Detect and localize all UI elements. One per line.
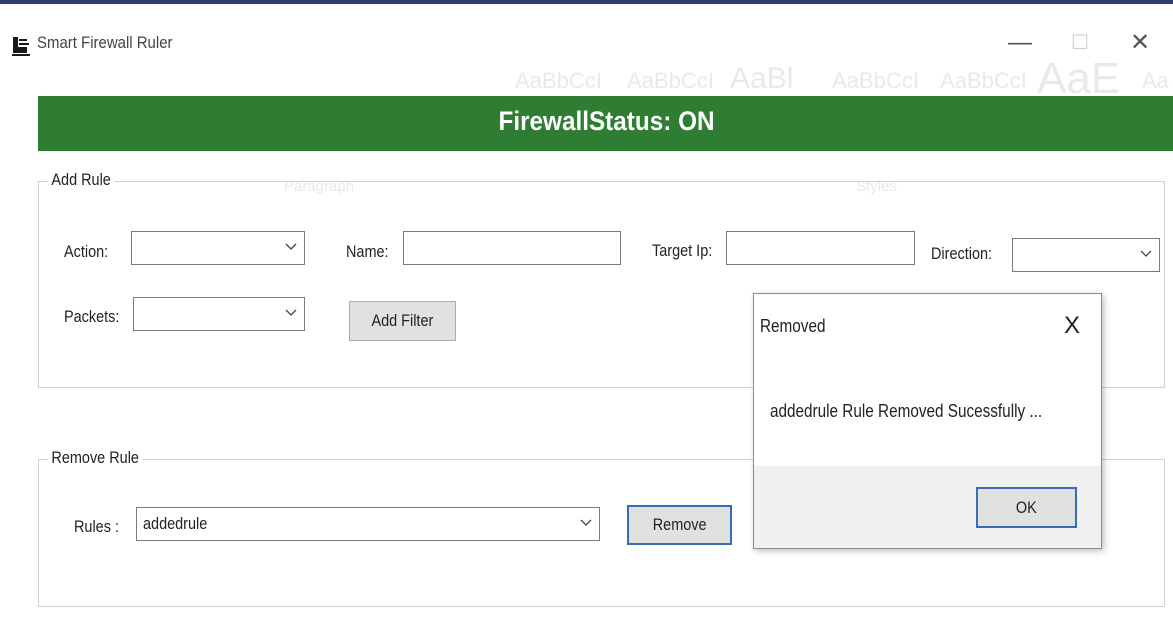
target-ip-label: Target Ip:	[652, 241, 713, 260]
removed-dialog: Removed X addedrule Rule Removed Sucessf…	[753, 293, 1102, 549]
add-filter-button[interactable]: Add Filter	[349, 301, 456, 341]
rules-label: Rules :	[74, 517, 119, 536]
dialog-footer: OK	[754, 466, 1101, 548]
direction-combobox[interactable]	[1012, 238, 1160, 272]
title-bar: Smart Firewall Ruler — ☐ ✕	[0, 4, 1173, 68]
ghost-style-7: Aa	[1142, 68, 1169, 93]
remove-label: Remove	[652, 515, 707, 534]
rules-value: addedrule	[143, 514, 208, 533]
firewall-status-banner: FirewallStatus: ON	[38, 96, 1173, 151]
java-cup-icon	[12, 37, 30, 56]
packets-combobox[interactable]	[133, 297, 305, 331]
chevron-down-icon	[285, 243, 297, 250]
name-label: Name:	[346, 242, 389, 261]
add-rule-legend: Add Rule	[48, 170, 115, 190]
firewall-status-text: FirewallStatus: ON	[498, 106, 715, 136]
ghost-style-4: AaBbCcI	[832, 68, 919, 93]
ok-button[interactable]: OK	[976, 487, 1077, 528]
dialog-title: Removed	[760, 316, 826, 336]
minimize-button[interactable]: —	[1000, 28, 1040, 58]
dialog-close-button[interactable]: X	[1064, 312, 1080, 340]
ghost-style-5: AaBbCcI	[940, 68, 1027, 93]
direction-label: Direction:	[931, 244, 993, 263]
chevron-down-icon	[1140, 250, 1152, 257]
close-button[interactable]: ✕	[1120, 28, 1160, 58]
rules-combobox[interactable]: addedrule	[136, 507, 600, 541]
chevron-down-icon	[285, 309, 297, 316]
remove-button[interactable]: Remove	[627, 505, 732, 545]
action-label: Action:	[64, 242, 109, 261]
add-filter-label: Add Filter	[371, 311, 434, 330]
packets-label: Packets:	[64, 307, 120, 326]
ghost-style-2: AaBbCcI	[627, 68, 714, 93]
target-ip-input[interactable]	[726, 231, 915, 265]
action-combobox[interactable]	[131, 231, 305, 265]
dialog-message: addedrule Rule Removed Sucessfully ...	[770, 401, 1043, 421]
maximize-button[interactable]: ☐	[1060, 28, 1100, 58]
name-input[interactable]	[403, 231, 621, 265]
window-title: Smart Firewall Ruler	[37, 33, 173, 52]
ok-label: OK	[1016, 498, 1037, 517]
chevron-down-icon	[580, 519, 592, 526]
ghost-style-1: AaBbCcI	[515, 68, 602, 93]
remove-rule-legend: Remove Rule	[48, 448, 143, 468]
